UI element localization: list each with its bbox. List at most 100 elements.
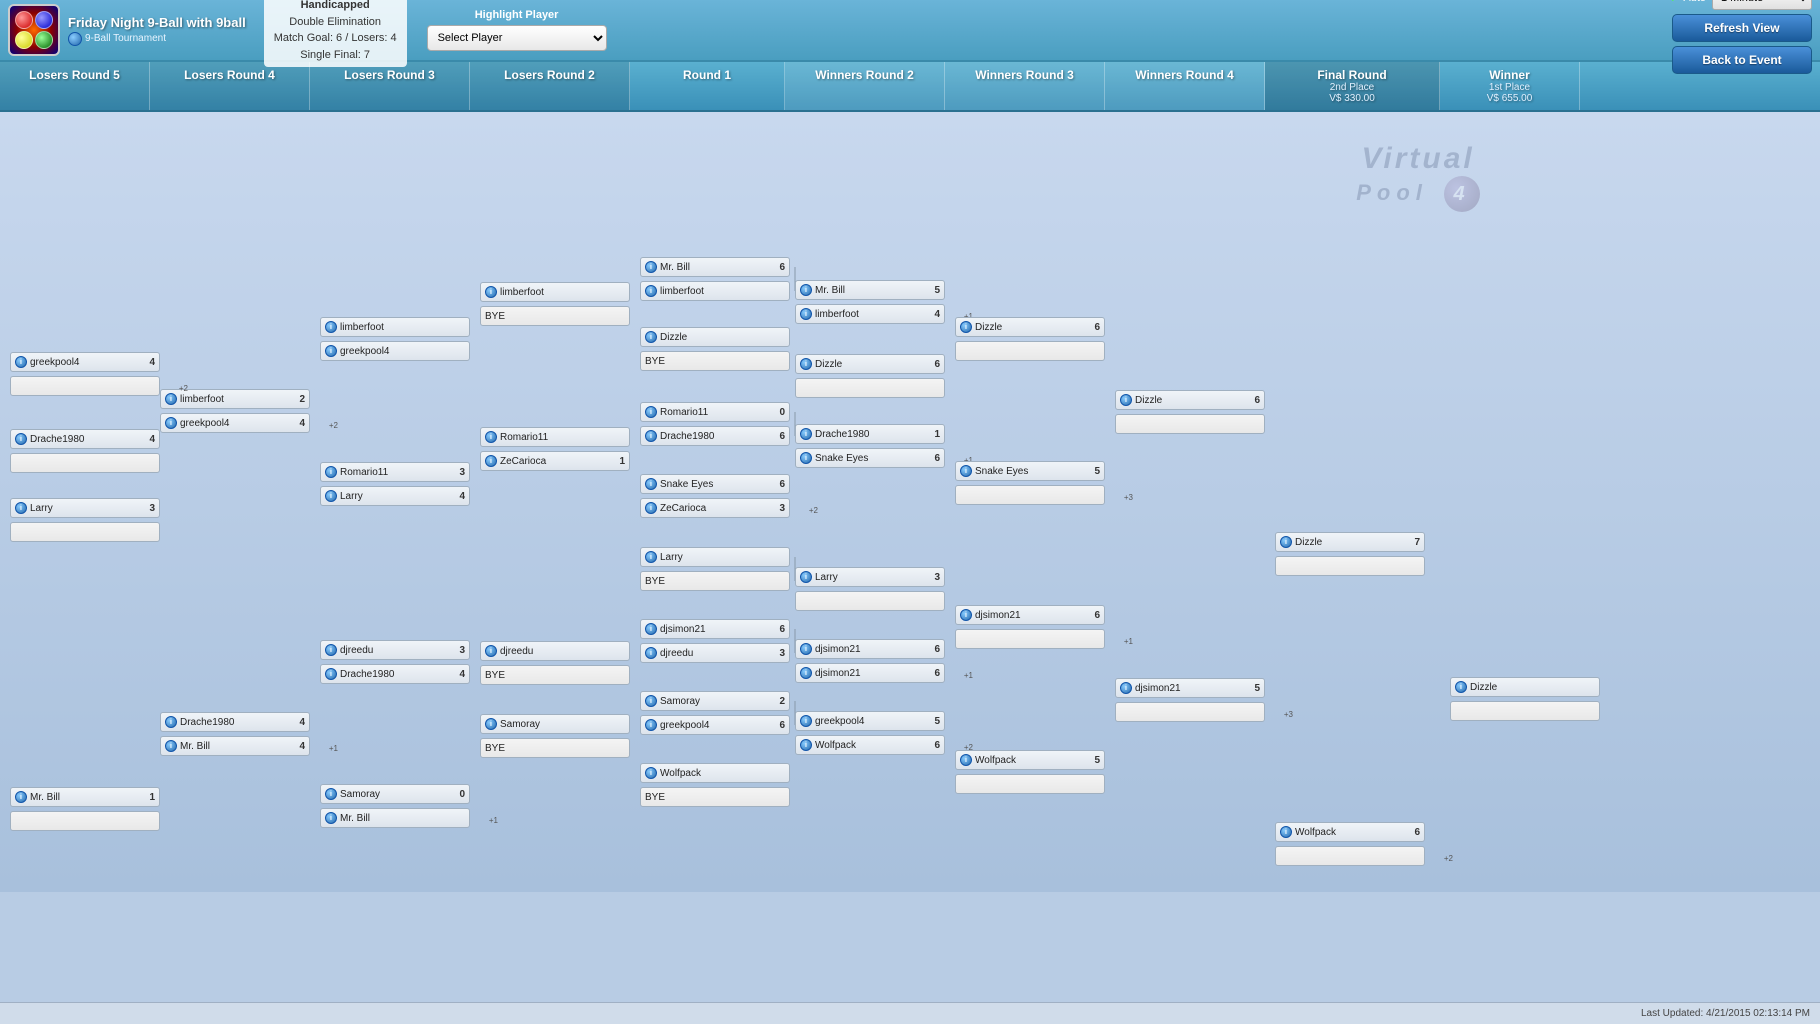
player-score: 5 bbox=[928, 716, 940, 727]
player-name: Snake Eyes bbox=[660, 479, 769, 490]
player-score: 0 bbox=[773, 407, 785, 418]
player-score: 2 bbox=[773, 696, 785, 707]
player-name: limberfoot bbox=[500, 287, 625, 298]
event-subtitle: 9-Ball Tournament bbox=[68, 32, 246, 46]
player-icon: i bbox=[1120, 682, 1132, 694]
player-row: iSamoray0 bbox=[320, 784, 470, 804]
player-icon: i bbox=[645, 767, 657, 779]
player-score: 5 bbox=[1248, 683, 1260, 694]
player-row bbox=[10, 522, 160, 542]
bracket-container[interactable]: iMr. Bill6+3ilimberfootiDizzleBYEiRomari… bbox=[0, 112, 1820, 892]
match-block: ilimberfoot2+2igreekpool44 bbox=[160, 389, 310, 433]
player-row: iWolfpack6 bbox=[1275, 822, 1425, 842]
subtitle-icon bbox=[68, 32, 82, 46]
round-header-4: Round 1 bbox=[630, 62, 785, 110]
player-row: iSamoray bbox=[480, 714, 630, 734]
round-label: Losers Round 3 bbox=[344, 68, 435, 82]
match-block: iDizzle6 bbox=[955, 317, 1105, 361]
player-name: BYE bbox=[485, 743, 625, 754]
match-block: iRomario110+3iDrache19806 bbox=[640, 402, 790, 446]
player-score: 1 bbox=[928, 429, 940, 440]
round-header-8: Final Round2nd PlaceV$ 330.00 bbox=[1265, 62, 1440, 110]
right-controls: ✓ Auto 1 Minute Refresh View Back to Eve… bbox=[1669, 0, 1812, 74]
handicap-badge: +3 bbox=[1124, 493, 1133, 502]
match-block: idjreeduBYE bbox=[480, 641, 630, 685]
player-row: iSnake Eyes5 bbox=[955, 461, 1105, 481]
player-name: BYE bbox=[645, 356, 785, 367]
match-block: iDrache19801+1iSnake Eyes6 bbox=[795, 424, 945, 468]
match-block: iWolfpack6+2 bbox=[1275, 822, 1425, 866]
player-row: iMr. Bill1 bbox=[10, 787, 160, 807]
round-header-1: Losers Round 4 bbox=[150, 62, 310, 110]
player-score: 4 bbox=[453, 491, 465, 502]
match-block: iMr. Bill5+1ilimberfoot4 bbox=[795, 280, 945, 324]
player-row: iDrache19804 bbox=[160, 712, 310, 732]
player-score: 6 bbox=[773, 624, 785, 635]
player-icon: i bbox=[800, 571, 812, 583]
player-icon: i bbox=[800, 308, 812, 320]
player-icon: i bbox=[165, 716, 177, 728]
player-name: djsimon21 bbox=[975, 610, 1084, 621]
player-score: 6 bbox=[928, 740, 940, 751]
player-icon: i bbox=[960, 609, 972, 621]
player-row: idjreedu3 bbox=[320, 640, 470, 660]
match-block: iDizzleBYE bbox=[640, 327, 790, 371]
player-name: BYE bbox=[645, 576, 785, 587]
match-block: idjsimon215+3 bbox=[1115, 678, 1265, 722]
round-sub1: 2nd Place bbox=[1269, 82, 1435, 93]
player-icon: i bbox=[800, 358, 812, 370]
player-row: iDizzle6 bbox=[795, 354, 945, 374]
vp-logo-virtual: Virtual bbox=[1356, 142, 1480, 176]
player-score: 6 bbox=[773, 262, 785, 273]
player-row: igreekpool44 bbox=[160, 413, 310, 433]
interval-select[interactable]: 1 Minute bbox=[1712, 0, 1812, 10]
round-header-5: Winners Round 2 bbox=[785, 62, 945, 110]
player-row: BYE bbox=[480, 738, 630, 758]
handicap-badge: +2 bbox=[329, 421, 338, 430]
player-score: 4 bbox=[143, 434, 155, 445]
player-row: iMr. Bill6 bbox=[640, 257, 790, 277]
player-icon: i bbox=[960, 754, 972, 766]
round-headers: Losers Round 5 Losers Round 4 Losers Round… bbox=[0, 62, 1820, 112]
match-block: iRomario113iLarry4 bbox=[320, 462, 470, 506]
player-row: iDrache19804 bbox=[10, 429, 160, 449]
player-row: BYE bbox=[480, 665, 630, 685]
player-score: 6 bbox=[773, 431, 785, 442]
player-icon: i bbox=[1455, 681, 1467, 693]
handicap-badge: +1 bbox=[489, 816, 498, 825]
match-block: ilimberfootigreekpool4 bbox=[320, 317, 470, 361]
player-row: ilimberfoot bbox=[480, 282, 630, 302]
round-label: Round 1 bbox=[683, 68, 731, 82]
round-label: Losers Round 5 bbox=[29, 68, 120, 82]
player-name: djreedu bbox=[500, 646, 625, 657]
player-name: Wolfpack bbox=[975, 755, 1084, 766]
player-row bbox=[1275, 846, 1425, 866]
match-block: iSnake Eyes5+3 bbox=[955, 461, 1105, 505]
refresh-button[interactable]: Refresh View bbox=[1672, 14, 1812, 42]
player-select[interactable]: Select Player bbox=[427, 25, 607, 51]
event-text: Friday Night 9-Ball with 9ball 9-Ball To… bbox=[68, 15, 246, 46]
match-goal: Match Goal: 6 / Losers: 4 bbox=[274, 30, 397, 47]
pool-ball-yellow bbox=[15, 31, 33, 49]
player-row bbox=[955, 774, 1105, 794]
player-name: Mr. Bill bbox=[340, 813, 465, 824]
player-score: 6 bbox=[1408, 827, 1420, 838]
player-row: iSnake Eyes6 bbox=[795, 448, 945, 468]
round-label: Losers Round 4 bbox=[184, 68, 275, 82]
player-name: Drache1980 bbox=[30, 434, 139, 445]
match-block: iSamoray BYE bbox=[480, 714, 630, 758]
player-icon: i bbox=[325, 644, 337, 656]
player-score: 6 bbox=[928, 644, 940, 655]
player-name: BYE bbox=[485, 670, 625, 681]
player-name: Drache1980 bbox=[815, 429, 924, 440]
top-bar: Friday Night 9-Ball with 9ball 9-Ball To… bbox=[0, 0, 1820, 62]
player-icon: i bbox=[800, 715, 812, 727]
player-name: greekpool4 bbox=[340, 346, 465, 357]
player-icon: i bbox=[645, 406, 657, 418]
player-score: 4 bbox=[453, 669, 465, 680]
back-to-event-button[interactable]: Back to Event bbox=[1672, 46, 1812, 74]
player-row: ilimberfoot bbox=[320, 317, 470, 337]
player-name: limberfoot bbox=[815, 309, 924, 320]
player-name: greekpool4 bbox=[180, 418, 289, 429]
player-row: iRomario113 bbox=[320, 462, 470, 482]
